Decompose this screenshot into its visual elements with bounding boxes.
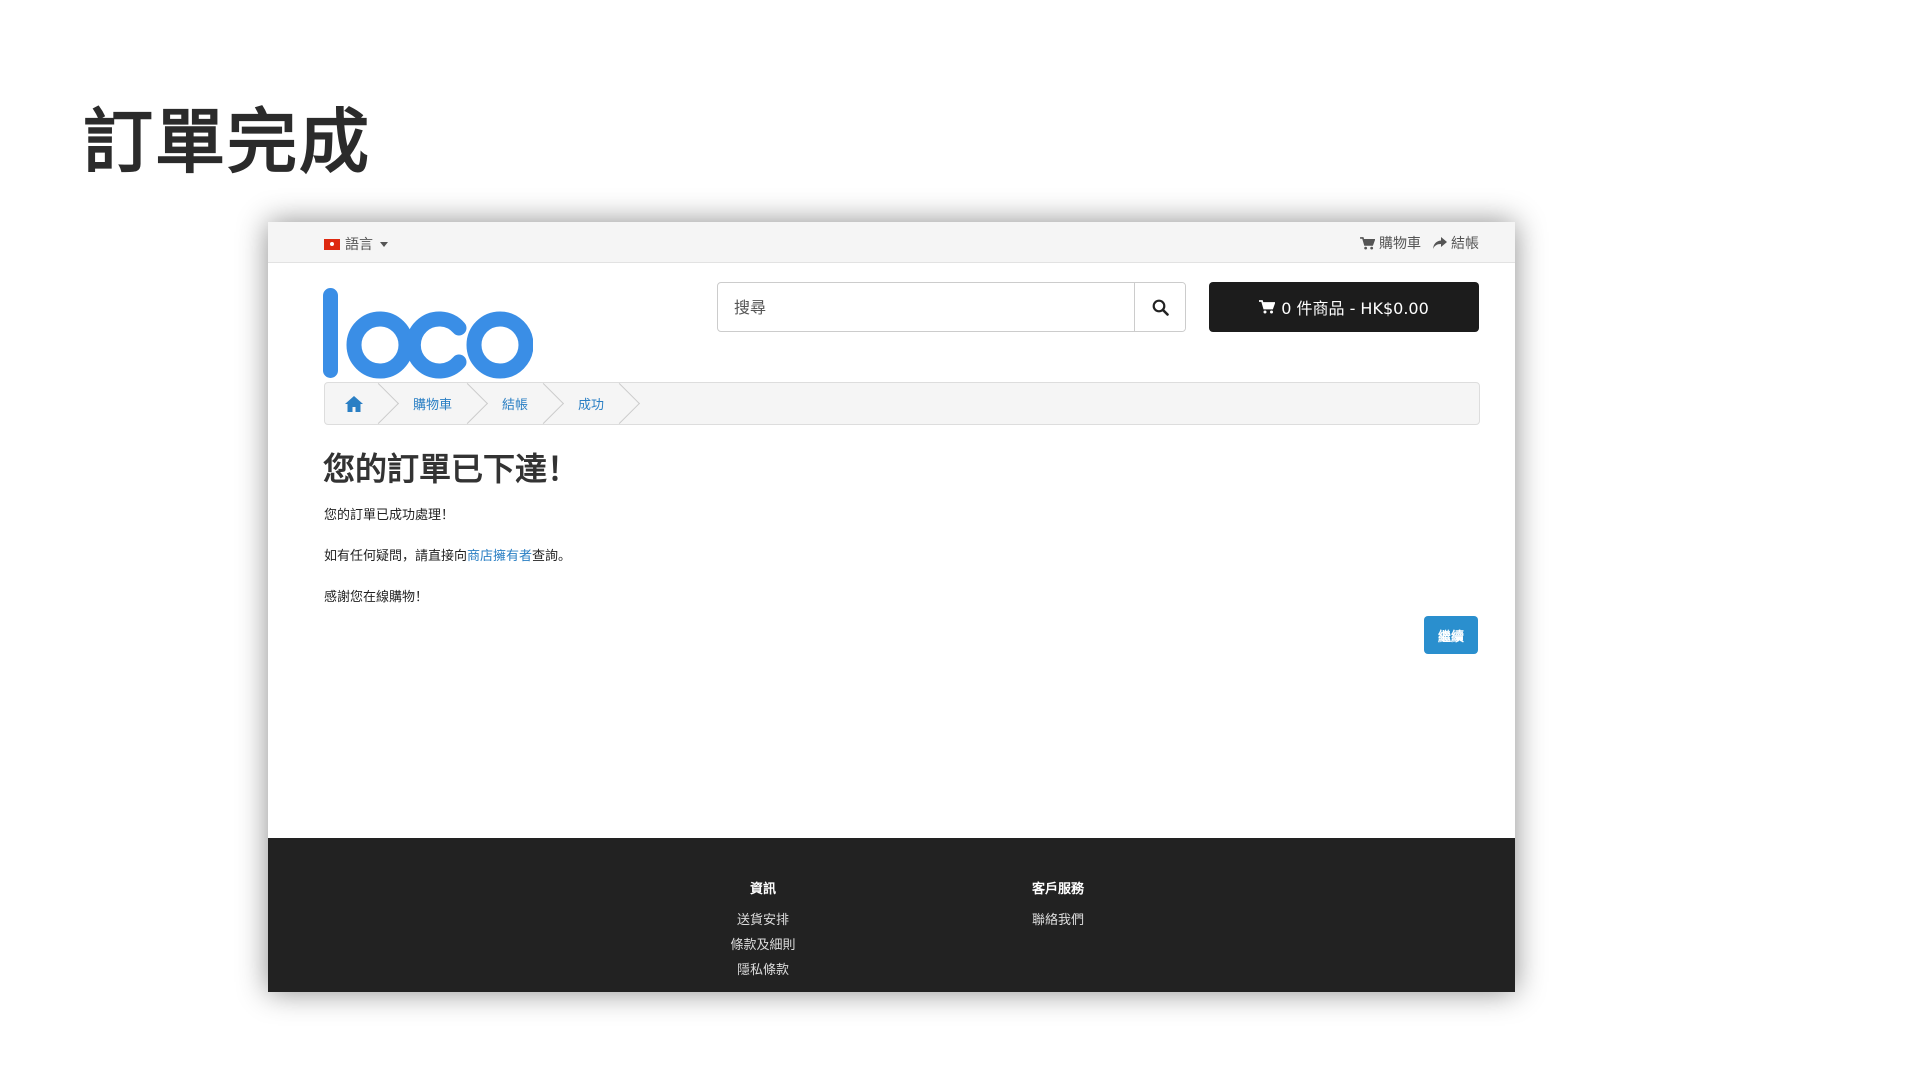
contact-message: 如有任何疑問，請直接向商店擁有者查詢。 — [324, 545, 571, 564]
top-cart-label: 購物車 — [1379, 236, 1421, 252]
hk-flag-icon — [324, 238, 340, 250]
thanks-message: 感謝您在線購物！ — [324, 590, 429, 605]
page-title: 您的訂單已下達！ — [323, 450, 580, 488]
breadcrumb: 購物車 結帳 成功 — [324, 382, 1480, 425]
cart-summary-button[interactable]: 0 件商品 - HK$0.00 — [1209, 282, 1479, 332]
breadcrumb-cart[interactable]: 購物車 — [387, 383, 476, 424]
search-input[interactable] — [718, 283, 1134, 331]
slide-title: 訂單完成 — [83, 101, 371, 183]
share-arrow-icon — [1433, 237, 1447, 249]
contact-prefix: 如有任何疑問，請直接向 — [324, 549, 468, 564]
footer-info-column: 資訊 送貨安排 條款及細則 隱私條款 — [663, 878, 863, 984]
top-checkout-link[interactable]: 結帳 — [1433, 233, 1479, 253]
search-icon — [1152, 299, 1169, 316]
language-label: 語言 — [345, 237, 373, 253]
home-icon — [345, 395, 363, 412]
breadcrumb-success[interactable]: 成功 — [552, 383, 628, 424]
loco-logo[interactable] — [323, 288, 534, 384]
footer-link-terms[interactable]: 條款及細則 — [663, 934, 863, 953]
cart-icon — [1360, 236, 1375, 250]
caret-down-icon — [380, 241, 388, 247]
footer-service-title: 客戶服務 — [1031, 882, 1084, 897]
footer-link-contact[interactable]: 聯絡我們 — [958, 909, 1158, 928]
search-box — [717, 282, 1186, 332]
top-cart-link[interactable]: 購物車 — [1360, 233, 1421, 253]
footer-info-title: 資訊 — [749, 882, 776, 897]
success-message: 您的訂單已成功處理！ — [324, 508, 455, 523]
contact-suffix: 查詢。 — [532, 549, 572, 564]
breadcrumb-checkout[interactable]: 結帳 — [476, 383, 552, 424]
footer-service-column: 客戶服務 聯絡我們 — [958, 878, 1158, 934]
language-dropdown[interactable]: 語言 — [324, 234, 388, 254]
continue-button[interactable]: 繼續 — [1424, 616, 1478, 654]
store-owner-link[interactable]: 商店擁有者 — [467, 549, 532, 564]
search-button[interactable] — [1134, 283, 1185, 331]
footer: 資訊 送貨安排 條款及細則 隱私條款 客戶服務 聯絡我們 — [268, 838, 1515, 992]
cart-summary-label: 0 件商品 - HK$0.00 — [1281, 299, 1429, 318]
browser-screenshot: 語言 購物車 結帳 0 件商品 - HK$0.00 — [268, 222, 1515, 992]
top-checkout-label: 結帳 — [1451, 236, 1479, 252]
cart-icon — [1259, 300, 1276, 314]
breadcrumb-home[interactable] — [325, 383, 387, 424]
top-bar: 語言 購物車 結帳 — [268, 222, 1515, 263]
footer-link-delivery[interactable]: 送貨安排 — [663, 909, 863, 928]
footer-link-privacy[interactable]: 隱私條款 — [663, 959, 863, 978]
